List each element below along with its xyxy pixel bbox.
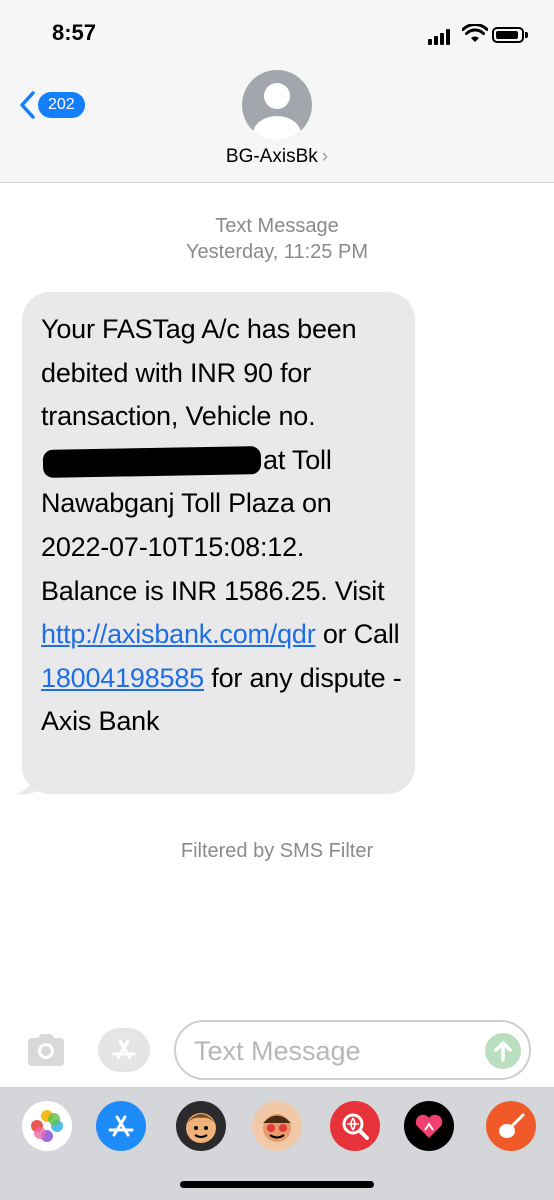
status-bar: 8:57 — [0, 0, 554, 66]
message-text: Your FASTag A/c has been debited with IN… — [41, 314, 357, 432]
conversation-header: 202 BG-AxisBk › — [0, 66, 554, 183]
contact-name: BG-AxisBk — [225, 146, 318, 167]
wifi-icon — [462, 24, 488, 42]
axisbank-link[interactable]: http://axisbank.com/qdr — [41, 619, 316, 649]
chevron-left-icon — [20, 91, 35, 119]
phone-number-link[interactable]: 18004198585 — [41, 663, 204, 693]
redacted-vehicle-number — [42, 445, 262, 478]
digital-touch-icon[interactable] — [404, 1101, 454, 1151]
app-store-icon[interactable] — [96, 1101, 146, 1151]
web-search-icon[interactable] — [330, 1101, 380, 1151]
arrow-up-icon — [494, 1041, 512, 1062]
send-button[interactable] — [485, 1033, 521, 1069]
memoji-stickers-icon[interactable] — [252, 1101, 302, 1151]
battery-icon — [492, 27, 528, 43]
message-timestamp: Yesterday, 11:25 PM — [186, 241, 368, 263]
contact-name-button[interactable]: BG-AxisBk › — [0, 146, 554, 168]
home-indicator — [180, 1181, 374, 1188]
unread-count-badge: 202 — [38, 92, 85, 118]
memoji-icon[interactable] — [176, 1101, 226, 1151]
message-input-placeholder: Text Message — [194, 1036, 361, 1066]
chevron-right-icon: › — [321, 146, 329, 167]
person-icon — [253, 83, 301, 140]
status-time: 8:57 — [52, 20, 97, 45]
message-text-cont2: or Call — [315, 619, 400, 650]
camera-icon[interactable] — [24, 1030, 68, 1070]
contact-avatar[interactable] — [242, 70, 312, 140]
imessage-app-drawer — [0, 1087, 554, 1200]
message-meta: Text Message Yesterday, 11:25 PM — [0, 213, 554, 265]
garageband-icon[interactable] — [486, 1101, 536, 1151]
app-store-button[interactable] — [98, 1028, 150, 1072]
photos-icon[interactable] — [22, 1101, 72, 1151]
apps-icon — [112, 1039, 136, 1060]
service-label: Text Message — [215, 215, 339, 237]
message-input[interactable]: Text Message — [174, 1020, 531, 1080]
compose-bar: Text Message — [0, 1016, 554, 1086]
back-button[interactable]: 202 — [18, 90, 85, 120]
cellular-signal-icon — [428, 27, 456, 45]
message-bubble[interactable]: Your FASTag A/c has been debited with IN… — [22, 292, 415, 794]
filter-note: Filtered by SMS Filter — [180, 840, 374, 862]
